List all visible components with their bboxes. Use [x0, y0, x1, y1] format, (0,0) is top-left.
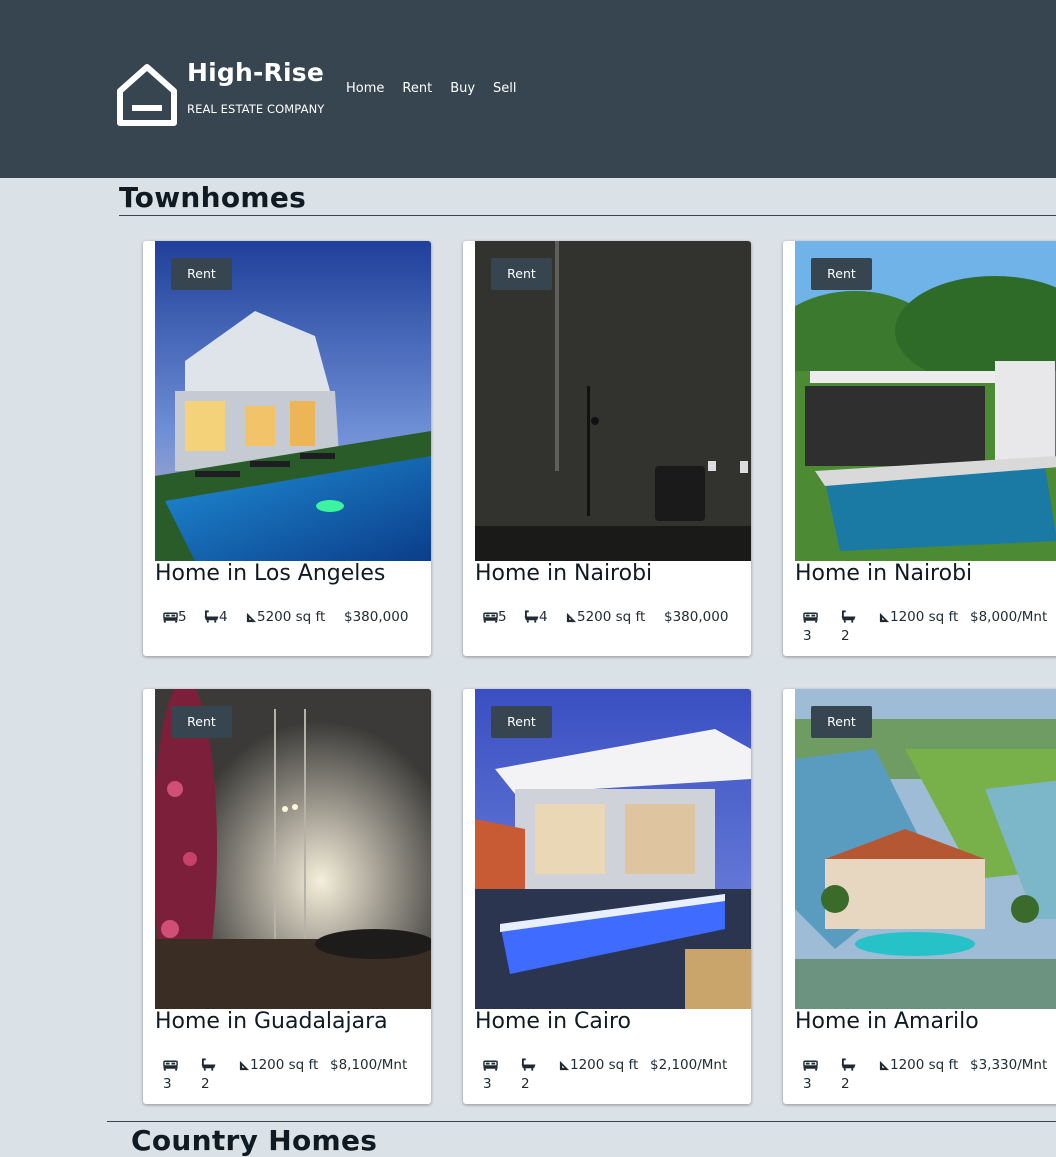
area-icon: [879, 1060, 890, 1071]
beds-stat: 3: [483, 1056, 505, 1094]
bath-icon: [841, 610, 856, 623]
listing-stats: 3 2 1200 sq ft $8,000/Mnt: [795, 608, 1056, 648]
baths-stat: 2: [841, 608, 863, 646]
listing-price: $8,100/Mnt: [330, 1057, 408, 1073]
bed-icon: [483, 611, 498, 623]
baths-stat: 4: [204, 608, 228, 627]
listing-price: $380,000: [344, 609, 409, 625]
rent-badge[interactable]: Rent: [171, 706, 232, 738]
bath-icon: [201, 1058, 216, 1071]
area-stat: 5200 sq ft: [246, 608, 325, 627]
bath-icon: [524, 610, 539, 623]
listing-price: $380,000: [664, 609, 729, 625]
listing-card[interactable]: Rent Home in Amarilo 3 2 1200 sq ft $3,3…: [783, 689, 1056, 1104]
area-stat: 1200 sq ft: [879, 1056, 959, 1075]
listing-title[interactable]: Home in Nairobi: [795, 561, 1056, 586]
area-stat: 1200 sq ft: [559, 1056, 639, 1075]
beds-stat: 5: [163, 608, 187, 627]
listing-price: $3,330/Mnt: [970, 1057, 1048, 1073]
area-icon: [566, 612, 577, 623]
beds-stat: 5: [483, 608, 507, 627]
rent-badge[interactable]: Rent: [491, 258, 552, 290]
beds-stat: 3: [803, 1056, 825, 1094]
beds-stat: 3: [803, 608, 825, 646]
bed-icon: [803, 1059, 818, 1071]
area-stat: 1200 sq ft: [879, 608, 959, 627]
area-icon: [239, 1060, 250, 1071]
area-stat: 5200 sq ft: [566, 608, 645, 627]
main-nav: Home Rent Buy Sell: [346, 81, 517, 96]
listing-stats: 3 2 1200 sq ft $3,330/Mnt: [795, 1056, 1056, 1096]
rent-badge[interactable]: Rent: [811, 706, 872, 738]
listing-title[interactable]: Home in Nairobi: [475, 561, 751, 586]
baths-stat: 4: [524, 608, 548, 627]
bath-icon: [841, 1058, 856, 1071]
listing-title[interactable]: Home in Cairo: [475, 1009, 751, 1034]
listing-stats: 5 4 5200 sq ft $380,000: [475, 608, 751, 648]
brand-name[interactable]: High-Rise: [187, 58, 324, 87]
nav-buy-link[interactable]: Buy: [450, 81, 475, 96]
home-logo-icon[interactable]: [116, 63, 178, 127]
bath-icon: [521, 1058, 536, 1071]
beds-stat: 3: [163, 1056, 185, 1094]
area-stat: 1200 sq ft: [239, 1056, 319, 1075]
bed-icon: [163, 611, 178, 623]
section-divider: [107, 1121, 1056, 1122]
section-title-country-homes: Country Homes: [131, 1124, 378, 1157]
listing-stats: 3 2 1200 sq ft $8,100/Mnt: [155, 1056, 431, 1096]
bed-icon: [803, 611, 818, 623]
listing-card[interactable]: Rent Home in Guadalajara 3 2 1200 sq ft …: [143, 689, 431, 1104]
site-header: High-Rise REAL ESTATE COMPANY Home Rent …: [0, 0, 1056, 178]
area-icon: [559, 1060, 570, 1071]
listing-title[interactable]: Home in Amarilo: [795, 1009, 1056, 1034]
rent-badge[interactable]: Rent: [811, 258, 872, 290]
listing-card[interactable]: Rent Home in Los Angeles 5 4 5200 sq ft …: [143, 241, 431, 656]
bed-icon: [163, 1059, 178, 1071]
area-icon: [879, 612, 890, 623]
nav-sell-link[interactable]: Sell: [493, 81, 516, 96]
listing-price: $2,100/Mnt: [650, 1057, 728, 1073]
listing-title[interactable]: Home in Los Angeles: [155, 561, 431, 586]
listing-card[interactable]: Rent Home in Nairobi 3 2 1200 sq ft $8,0…: [783, 241, 1056, 656]
baths-stat: 2: [201, 1056, 223, 1094]
bath-icon: [204, 610, 219, 623]
listing-stats: 3 2 1200 sq ft $2,100/Mnt: [475, 1056, 751, 1096]
rent-badge[interactable]: Rent: [491, 706, 552, 738]
nav-rent-link[interactable]: Rent: [402, 81, 432, 96]
rent-badge[interactable]: Rent: [171, 258, 232, 290]
listing-card[interactable]: Rent Home in Nairobi 5 4 5200 sq ft $380…: [463, 241, 751, 656]
listing-card[interactable]: Rent Home in Cairo 3 2 1200 sq ft $2,100…: [463, 689, 751, 1104]
section-divider: [119, 215, 1056, 216]
listing-price: $8,000/Mnt: [970, 609, 1048, 625]
listing-stats: 5 4 5200 sq ft $380,000: [155, 608, 431, 648]
area-icon: [246, 612, 257, 623]
section-title-townhomes: Townhomes: [119, 181, 307, 214]
listing-title[interactable]: Home in Guadalajara: [155, 1009, 431, 1034]
baths-stat: 2: [841, 1056, 863, 1094]
brand-tagline: REAL ESTATE COMPANY: [187, 102, 325, 116]
bed-icon: [483, 1059, 498, 1071]
baths-stat: 2: [521, 1056, 543, 1094]
nav-home-link[interactable]: Home: [346, 81, 384, 96]
